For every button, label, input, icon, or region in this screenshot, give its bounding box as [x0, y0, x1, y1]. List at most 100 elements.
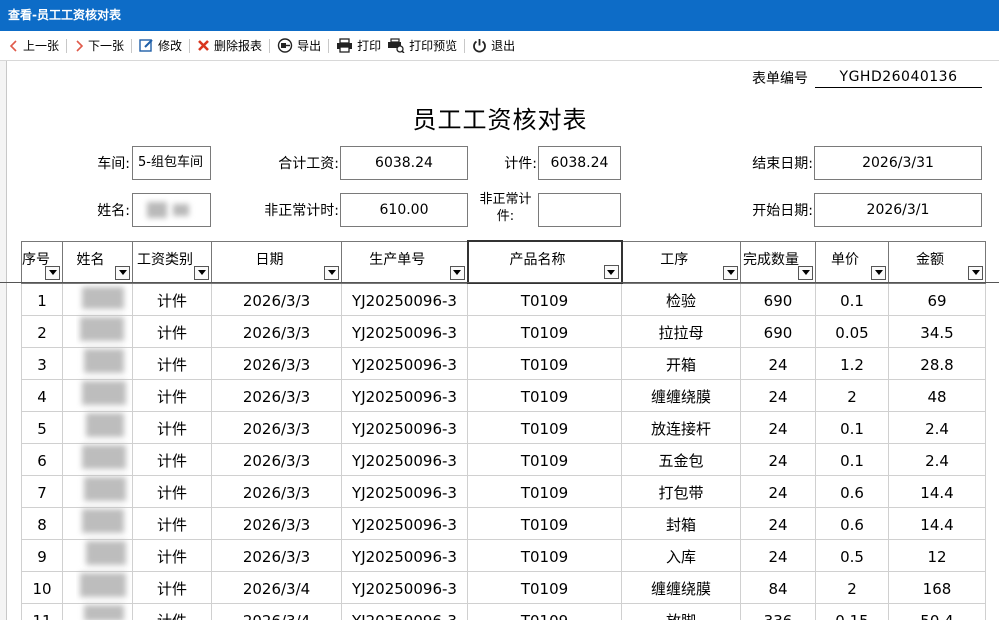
start-date-label: 开始日期:	[752, 203, 813, 219]
header-divider	[0, 282, 999, 283]
table-cell: 14.4	[888, 507, 986, 540]
chevron-left-icon	[9, 39, 17, 52]
table-row[interactable]: 4 计件 2026/3/3 YJ20250096-3 T0109 缠缠绕膜 24 2 48	[21, 379, 986, 412]
filter-dropdown-icon[interactable]	[603, 265, 619, 279]
export-icon	[277, 38, 293, 53]
table-row[interactable]: 5 计件 2026/3/3 YJ20250096-3 T0109 放连接杆 24 0.1 2.4	[21, 411, 986, 444]
print-preview-button[interactable]: 打印预览	[384, 35, 460, 57]
column-header[interactable]: 金额	[888, 240, 986, 284]
filter-dropdown-icon[interactable]	[45, 265, 60, 280]
total-wage-field[interactable]: 6038.24	[340, 146, 468, 180]
abnormal-hours-label: 非正常计时:	[264, 203, 339, 219]
table-cell: T0109	[467, 379, 622, 412]
column-header[interactable]: 完成数量	[740, 240, 816, 284]
filter-dropdown-icon[interactable]	[194, 265, 209, 280]
end-date-field[interactable]: 2026/3/31	[814, 146, 982, 180]
table-row[interactable]: 2 计件 2026/3/3 YJ20250096-3 T0109 拉拉母 690 0.05 34…	[21, 315, 986, 348]
abnormal-piece-label: 非正常计 件:	[474, 191, 537, 225]
column-header[interactable]: 单价	[815, 240, 889, 284]
table-row[interactable]: 6 计件 2026/3/3 YJ20250096-3 T0109 五金包 24 0.1 2.4	[21, 443, 986, 476]
column-header-label: 生产单号	[369, 252, 426, 268]
table-cell: 计件	[132, 603, 212, 620]
abnormal-piece-field[interactable]	[538, 193, 621, 227]
table-cell: 放脚	[621, 603, 741, 620]
table-cell: T0109	[467, 475, 622, 508]
table-cell: 2026/3/4	[211, 603, 342, 620]
table-cell: 2.4	[888, 411, 986, 444]
start-date-field[interactable]: 2026/3/1	[814, 193, 982, 227]
table-row[interactable]: 9 计件 2026/3/3 YJ20250096-3 T0109 入库 24 0.5 12	[21, 539, 986, 572]
export-button[interactable]: 导出	[274, 35, 324, 57]
table-row[interactable]: 8 计件 2026/3/3 YJ20250096-3 T0109 封箱 24 0.6 14.4	[21, 507, 986, 540]
piece-label: 计件:	[504, 156, 537, 172]
table-cell: 3	[21, 347, 63, 380]
edit-label: 修改	[158, 39, 183, 53]
name-field[interactable]	[132, 193, 211, 227]
total-wage-label: 合计工资:	[278, 156, 339, 172]
column-header-label: 完成数量	[743, 252, 799, 268]
delete-report-button[interactable]: 删除报表	[194, 35, 265, 57]
toolbar-separator	[66, 38, 68, 53]
abnormal-hours-field[interactable]: 610.00	[340, 193, 468, 227]
table-cell: 11	[21, 603, 63, 620]
column-header[interactable]: 序号	[21, 240, 63, 284]
toolbar-separator	[189, 38, 191, 53]
exit-button[interactable]: 退出	[469, 35, 518, 57]
table-cell: 84	[740, 571, 816, 604]
filter-dropdown-icon[interactable]	[723, 265, 738, 280]
print-button[interactable]: 打印	[333, 35, 384, 57]
filter-dropdown-icon[interactable]	[449, 265, 465, 280]
edit-button[interactable]: 修改	[136, 35, 185, 57]
table-cell: 4	[21, 379, 63, 412]
table-cell: 2026/3/3	[211, 539, 342, 572]
table-cell: 检验	[621, 283, 741, 316]
filter-dropdown-icon[interactable]	[324, 265, 339, 280]
chevron-right-icon	[76, 39, 84, 52]
table-header-row: 序号 姓名 工资类别 日期 生产单号 产品名称 工序 完成数量 单价 金额	[21, 240, 986, 284]
table-cell: YJ20250096-3	[341, 347, 468, 380]
table-cell: 6	[21, 443, 63, 476]
table-cell: 0.1	[815, 411, 889, 444]
table-cell: 50.4	[888, 603, 986, 620]
column-header[interactable]: 日期	[211, 240, 342, 284]
table-cell: YJ20250096-3	[341, 571, 468, 604]
table-cell: YJ20250096-3	[341, 539, 468, 572]
edit-icon	[139, 39, 153, 52]
table-row[interactable]: 10 计件 2026/3/4 YJ20250096-3 T0109 缠缠绕膜 84 2 168	[21, 571, 986, 604]
filter-dropdown-icon[interactable]	[798, 265, 813, 280]
toolbar-separator	[131, 38, 133, 53]
prev-button[interactable]: 上一张	[6, 35, 62, 57]
filter-dropdown-icon[interactable]	[968, 265, 983, 280]
column-header[interactable]: 产品名称	[466, 240, 623, 284]
table-cell: 5	[21, 411, 63, 444]
next-button[interactable]: 下一张	[71, 35, 127, 57]
end-date-label: 结束日期:	[752, 156, 813, 172]
column-header[interactable]: 姓名	[62, 240, 133, 284]
table-cell: 计件	[132, 347, 212, 380]
prev-label: 上一张	[23, 39, 60, 53]
piece-field[interactable]: 6038.24	[538, 146, 621, 180]
column-header[interactable]: 工序	[621, 240, 741, 284]
table-row[interactable]: 7 计件 2026/3/3 YJ20250096-3 T0109 打包带 24 0.6 14.4	[21, 475, 986, 508]
table-row[interactable]: 11 计件2026/3/4YJ20250096-3T0109放脚3360.1550…	[21, 603, 986, 620]
left-frame-border	[0, 61, 7, 620]
table-row[interactable]: 3 计件 2026/3/3 YJ20250096-3 T0109 开箱 24 1.2 28.8	[21, 347, 986, 380]
column-header-label: 金额	[916, 252, 944, 268]
table-cell: 放连接杆	[621, 411, 741, 444]
filter-dropdown-icon[interactable]	[871, 265, 886, 280]
table-cell: 1.2	[815, 347, 889, 380]
table-cell: 14.4	[888, 475, 986, 508]
workshop-field[interactable]: 5-组包车间	[132, 146, 211, 180]
table-cell: YJ20250096-3	[341, 475, 468, 508]
column-header[interactable]: 生产单号	[341, 240, 468, 284]
printer-icon	[337, 38, 353, 53]
table-cell: YJ20250096-3	[341, 411, 468, 444]
table-cell: 28.8	[888, 347, 986, 380]
column-header[interactable]: 工资类别	[132, 240, 212, 284]
table-cell: YJ20250096-3	[341, 603, 468, 620]
name-label: 姓名:	[97, 203, 130, 219]
table-cell: 五金包	[621, 443, 741, 476]
table-row[interactable]: 1 计件 2026/3/3 YJ20250096-3 T0109 检验 690 0.1 69	[21, 283, 986, 316]
filter-dropdown-icon[interactable]	[115, 265, 130, 280]
toolbar-separator	[464, 38, 466, 53]
